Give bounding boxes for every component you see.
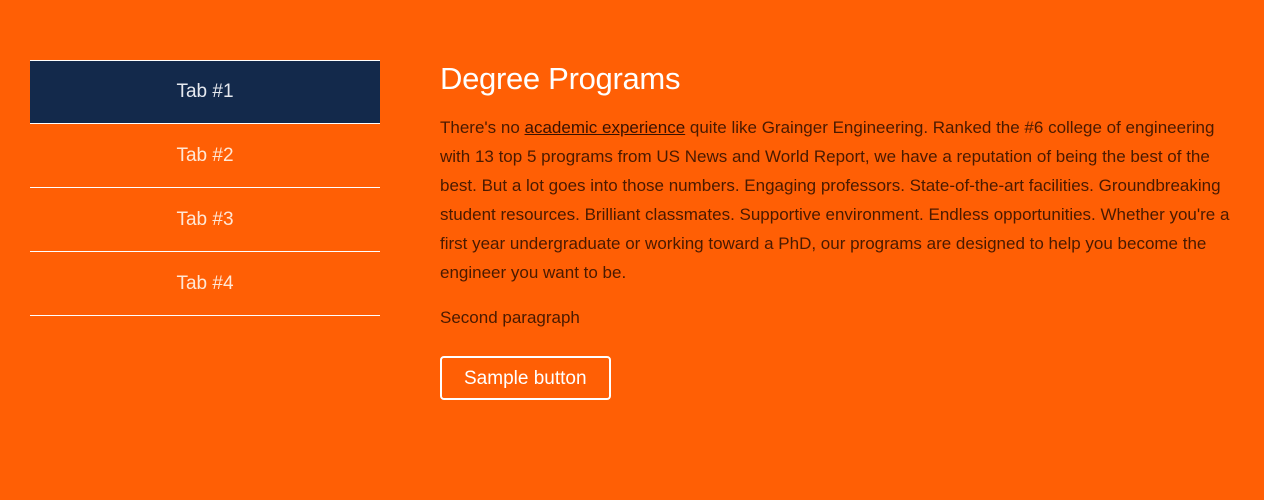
tab-2[interactable]: Tab #2 <box>30 124 380 188</box>
page-title: Degree Programs <box>440 61 681 96</box>
academic-experience-link[interactable]: academic experience <box>525 118 686 137</box>
tab-3[interactable]: Tab #3 <box>30 188 380 252</box>
intro-text-start: There's no <box>440 118 525 137</box>
intro-text-end: quite like Grainger Engineering. Ranked … <box>440 118 1230 282</box>
tab-panel: Degree Programs There's no academic expe… <box>440 60 1235 400</box>
tab-list: Tab #1 Tab #2 Tab #3 Tab #4 <box>30 60 380 316</box>
intro-paragraph: There's no academic experience quite lik… <box>440 113 1235 287</box>
sample-button[interactable]: Sample button <box>440 356 611 400</box>
tab-4[interactable]: Tab #4 <box>30 252 380 316</box>
tab-1[interactable]: Tab #1 <box>30 60 380 124</box>
second-paragraph: Second paragraph <box>440 308 580 327</box>
